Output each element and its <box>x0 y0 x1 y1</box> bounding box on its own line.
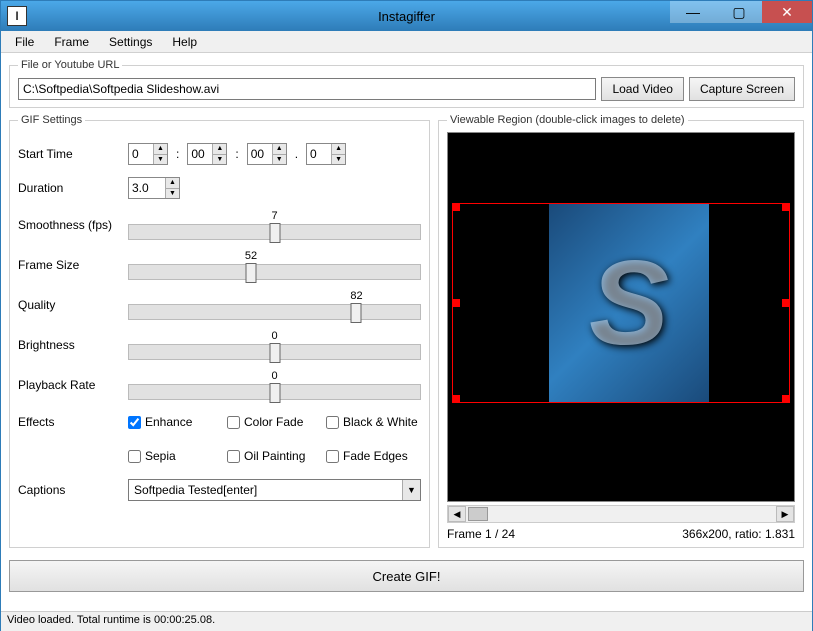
captions-label: Captions <box>18 483 128 497</box>
app-icon: I <box>7 6 27 26</box>
viewable-region-group: Viewable Region (double-click images to … <box>438 114 804 548</box>
preview-canvas[interactable] <box>447 132 795 502</box>
maximize-button[interactable]: ▢ <box>716 1 762 23</box>
chevron-down-icon[interactable]: ▼ <box>402 480 420 500</box>
menu-help[interactable]: Help <box>162 33 207 51</box>
resize-handle[interactable] <box>452 203 460 211</box>
titlebar: I Instagiffer — ▢ ✕ <box>1 1 812 31</box>
resize-handle[interactable] <box>782 395 790 403</box>
start-sec-spinner[interactable]: ▲▼ <box>247 143 287 165</box>
playback-slider[interactable]: 0 <box>128 370 421 400</box>
framesize-slider[interactable]: 52 <box>128 250 421 280</box>
oil-checkbox[interactable]: Oil Painting <box>227 449 322 463</box>
quality-slider[interactable]: 82 <box>128 290 421 320</box>
menu-frame[interactable]: Frame <box>44 33 99 51</box>
sepia-checkbox[interactable]: Sepia <box>128 449 223 463</box>
spinner-down-icon[interactable]: ▼ <box>154 155 167 165</box>
duration-label: Duration <box>18 181 128 195</box>
menu-settings[interactable]: Settings <box>99 33 162 51</box>
resize-handle[interactable] <box>452 299 460 307</box>
resize-handle[interactable] <box>782 299 790 307</box>
enhance-checkbox[interactable]: Enhance <box>128 415 223 429</box>
smoothness-slider[interactable]: 7 <box>128 210 421 240</box>
fade-checkbox[interactable]: Fade Edges <box>326 449 421 463</box>
status-bar: Video loaded. Total runtime is 00:00:25.… <box>1 611 812 631</box>
duration-spinner[interactable]: ▲▼ <box>128 177 180 199</box>
spinner-up-icon[interactable]: ▲ <box>154 144 167 155</box>
viewable-legend: Viewable Region (double-click images to … <box>447 114 688 126</box>
start-frac-spinner[interactable]: ▲▼ <box>306 143 346 165</box>
menubar: File Frame Settings Help <box>1 31 812 53</box>
framesize-label: Frame Size <box>18 258 128 272</box>
brightness-slider[interactable]: 0 <box>128 330 421 360</box>
bw-checkbox[interactable]: Black & White <box>326 415 421 429</box>
gif-settings-group: GIF Settings Start Time ▲▼ : ▲▼ : ▲▼ . ▲… <box>9 114 430 548</box>
menu-file[interactable]: File <box>5 33 44 51</box>
capture-screen-button[interactable]: Capture Screen <box>689 77 795 101</box>
colorfade-checkbox[interactable]: Color Fade <box>227 415 322 429</box>
frame-counter: Frame 1 / 24 <box>447 527 515 541</box>
resize-handle[interactable] <box>452 395 460 403</box>
brightness-label: Brightness <box>18 338 128 352</box>
start-min-spinner[interactable]: ▲▼ <box>187 143 227 165</box>
load-video-button[interactable]: Load Video <box>601 77 684 101</box>
url-legend: File or Youtube URL <box>18 59 122 71</box>
url-group: File or Youtube URL Load Video Capture S… <box>9 59 804 108</box>
scroll-right-icon[interactable]: ▶ <box>776 506 794 522</box>
preview-image[interactable] <box>549 204 709 402</box>
captions-combo[interactable]: Softpedia Tested[enter] ▼ <box>128 479 421 501</box>
resize-handle[interactable] <box>782 203 790 211</box>
start-hour-spinner[interactable]: ▲▼ <box>128 143 168 165</box>
minimize-button[interactable]: — <box>670 1 716 23</box>
start-time-label: Start Time <box>18 147 128 161</box>
smoothness-label: Smoothness (fps) <box>18 218 128 232</box>
create-gif-button[interactable]: Create GIF! <box>9 560 804 592</box>
preview-scrollbar[interactable]: ◀ ▶ <box>447 505 795 523</box>
gif-legend: GIF Settings <box>18 114 85 126</box>
effects-label: Effects <box>18 415 128 429</box>
quality-label: Quality <box>18 298 128 312</box>
url-input[interactable] <box>18 78 596 100</box>
window-title: Instagiffer <box>378 9 435 24</box>
scroll-left-icon[interactable]: ◀ <box>448 506 466 522</box>
playback-label: Playback Rate <box>18 378 128 392</box>
crop-frame[interactable] <box>452 203 790 403</box>
size-info: 366x200, ratio: 1.831 <box>682 527 795 541</box>
close-button[interactable]: ✕ <box>762 1 812 23</box>
